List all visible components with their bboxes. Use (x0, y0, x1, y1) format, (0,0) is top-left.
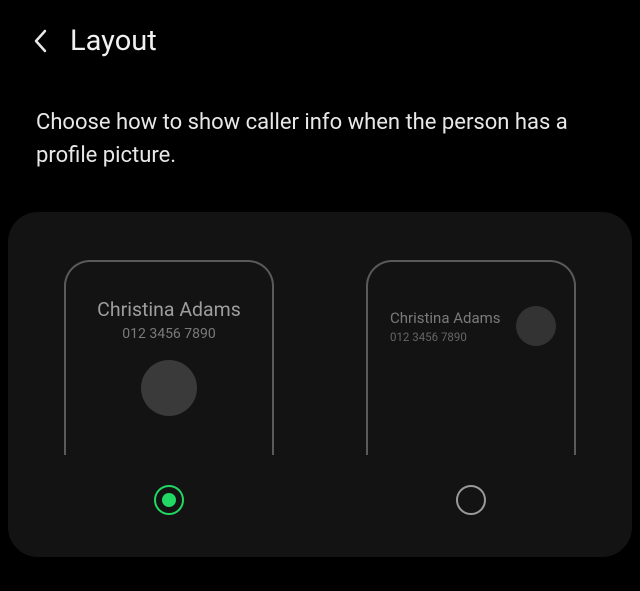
avatar-icon (516, 306, 556, 346)
caller-name-label: Christina Adams (97, 298, 241, 321)
radio-centered[interactable] (154, 485, 184, 515)
phone-mockup-compact: Christina Adams 012 3456 7890 (366, 260, 576, 455)
phone-mockup-centered: Christina Adams 012 3456 7890 (64, 260, 274, 455)
layout-option-compact[interactable]: Christina Adams 012 3456 7890 (366, 260, 576, 515)
phone-inner-compact: Christina Adams 012 3456 7890 (368, 262, 574, 346)
avatar-icon (141, 360, 197, 416)
caller-name-label: Christina Adams (390, 309, 501, 327)
back-icon[interactable] (28, 29, 52, 53)
radio-compact[interactable] (456, 485, 486, 515)
description-text: Choose how to show caller info when the … (0, 76, 640, 212)
layout-option-centered[interactable]: Christina Adams 012 3456 7890 (64, 260, 274, 515)
layout-options-container: Christina Adams 012 3456 7890 Christina … (8, 212, 632, 557)
caller-number-label: 012 3456 7890 (122, 326, 216, 342)
phone-inner-centered: Christina Adams 012 3456 7890 (66, 262, 272, 416)
page-title: Layout (70, 24, 157, 58)
caller-number-label: 012 3456 7890 (390, 330, 501, 344)
radio-selected-dot (162, 493, 176, 507)
compact-text-block: Christina Adams 012 3456 7890 (390, 309, 501, 344)
header: Layout (0, 0, 640, 76)
